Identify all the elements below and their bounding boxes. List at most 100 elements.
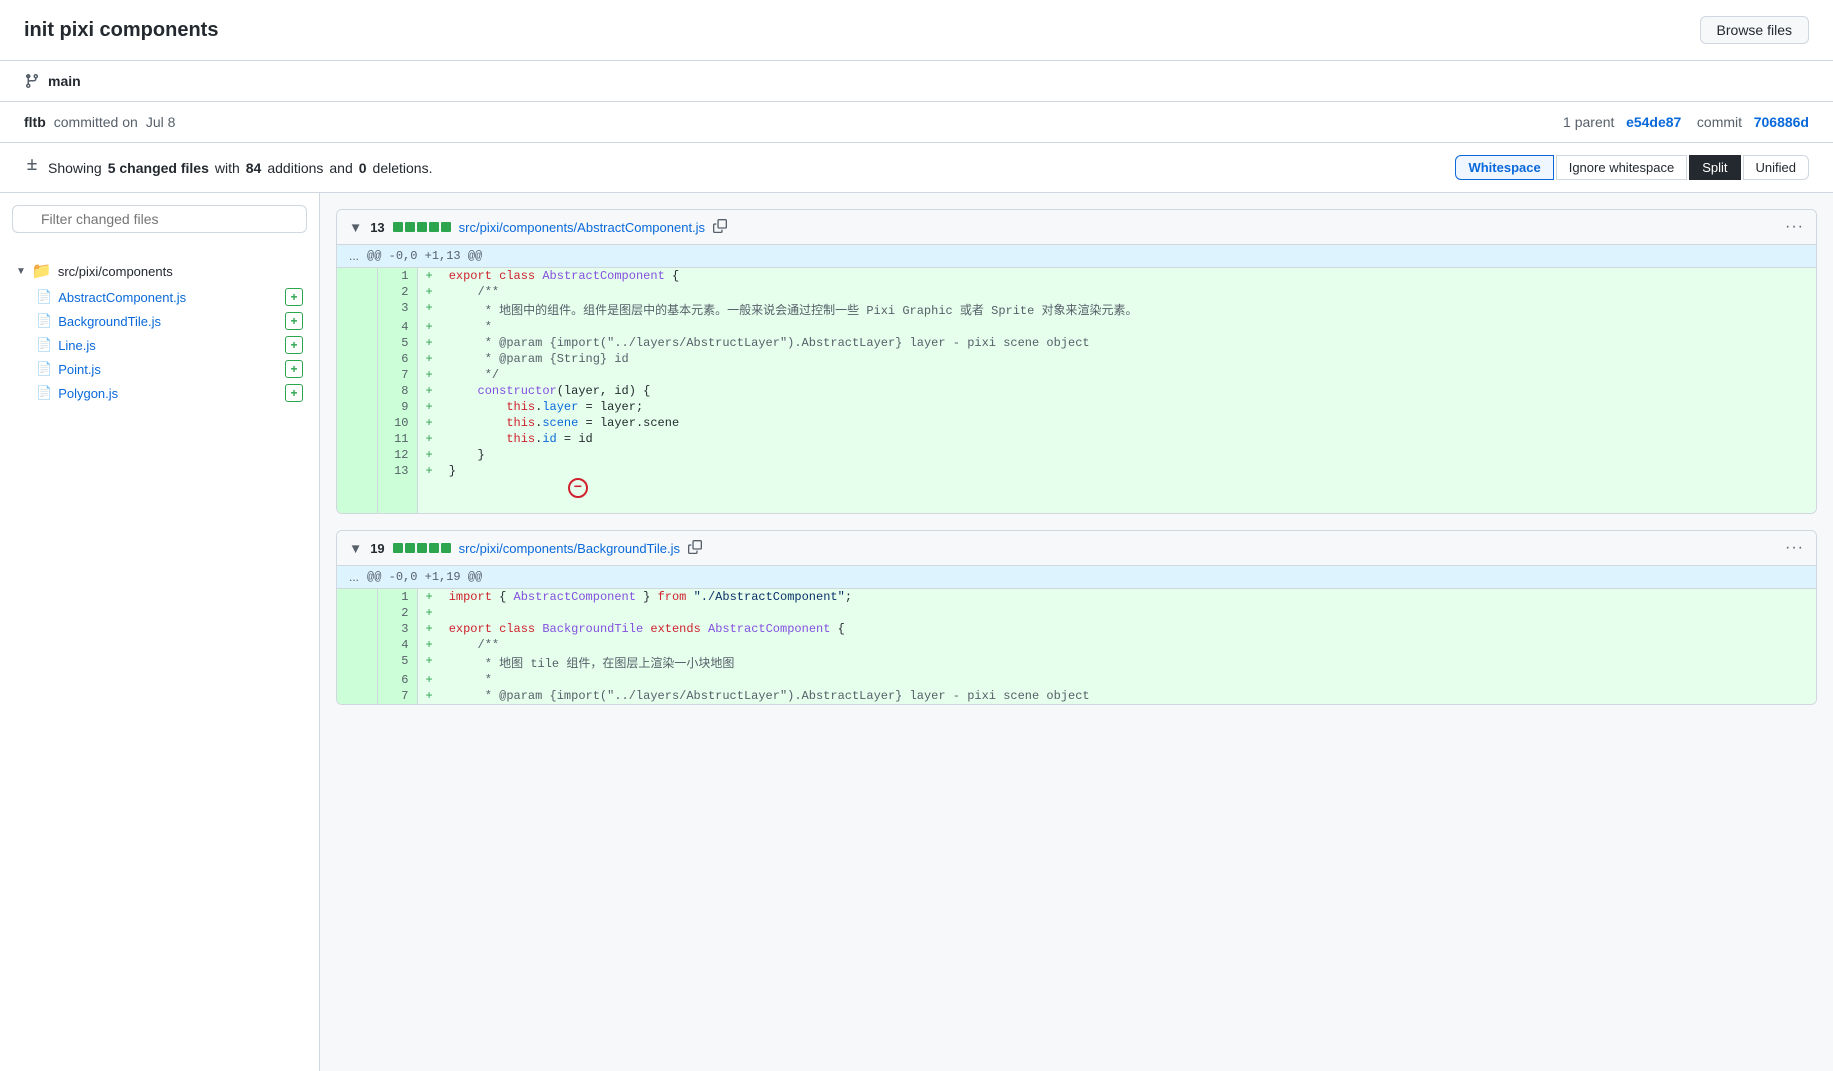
collapse-button[interactable]: ▼ bbox=[349, 220, 362, 235]
line-content: /** bbox=[441, 284, 1816, 300]
table-row: 13 + } − bbox=[337, 463, 1816, 513]
line-content: this.layer = layer; bbox=[441, 399, 1816, 415]
addition-block bbox=[441, 543, 451, 553]
with-label: with bbox=[215, 160, 240, 176]
right-line-num: 10 bbox=[377, 415, 417, 431]
diff-additions-bar bbox=[393, 222, 451, 232]
commit-hash[interactable]: 706886d bbox=[1754, 114, 1809, 130]
collapse-button[interactable]: ▼ bbox=[349, 541, 362, 556]
line-marker: + bbox=[417, 431, 441, 447]
list-item[interactable]: 📄 Line.js + bbox=[32, 333, 307, 357]
line-content: /** bbox=[441, 637, 1816, 653]
more-options-icon[interactable]: ··· bbox=[1785, 539, 1804, 557]
ignore-whitespace-button[interactable]: Ignore whitespace bbox=[1556, 155, 1688, 180]
changed-count: 5 changed files bbox=[108, 160, 209, 176]
hunk-expand-button[interactable]: ... bbox=[349, 249, 359, 263]
line-marker: + bbox=[417, 589, 441, 605]
table-row: 2 + /** bbox=[337, 284, 1816, 300]
left-line-num bbox=[337, 653, 377, 672]
parent-hash[interactable]: e54de87 bbox=[1626, 114, 1681, 130]
hunk-expand-button[interactable]: ... bbox=[349, 570, 359, 584]
deletions-label: deletions. bbox=[373, 160, 433, 176]
add-badge: + bbox=[285, 360, 303, 378]
addition-block bbox=[429, 543, 439, 553]
left-line-num bbox=[337, 447, 377, 463]
left-line-num bbox=[337, 621, 377, 637]
list-item[interactable]: 📄 AbstractComponent.js + bbox=[32, 285, 307, 309]
line-marker: + bbox=[417, 335, 441, 351]
line-marker: + bbox=[417, 447, 441, 463]
right-line-num: 7 bbox=[377, 367, 417, 383]
file-icon: 📄 bbox=[36, 337, 52, 353]
browse-files-button[interactable]: Browse files bbox=[1700, 16, 1809, 44]
commit-label: commit bbox=[1697, 114, 1742, 130]
unified-button[interactable]: Unified bbox=[1743, 155, 1809, 180]
right-line-num: 1 bbox=[377, 589, 417, 605]
additions-count: 84 bbox=[246, 160, 262, 176]
folder-item[interactable]: ▼ 📁 src/pixi/components bbox=[12, 257, 307, 285]
diff-block-header: ▼ 13 src/pixi/components/AbstractCompone… bbox=[337, 210, 1816, 245]
diff-filename[interactable]: src/pixi/components/BackgroundTile.js bbox=[459, 541, 680, 556]
folder-icon: 📁 bbox=[32, 261, 52, 281]
table-row: 12 + } bbox=[337, 447, 1816, 463]
comment-bubble-icon[interactable]: − bbox=[568, 478, 588, 498]
line-marker: + bbox=[417, 637, 441, 653]
right-line-num: 2 bbox=[377, 284, 417, 300]
file-tree: ▼ 📁 src/pixi/components 📄 AbstractCompon… bbox=[12, 257, 307, 405]
line-marker: + bbox=[417, 621, 441, 637]
diff-block-abstract: ▼ 13 src/pixi/components/AbstractCompone… bbox=[336, 209, 1817, 514]
line-content: * @param {String} id bbox=[441, 351, 1816, 367]
left-line-num bbox=[337, 367, 377, 383]
table-row: 8 + constructor(layer, id) { bbox=[337, 383, 1816, 399]
more-options-icon[interactable]: ··· bbox=[1785, 218, 1804, 236]
copy-icon[interactable] bbox=[688, 540, 702, 557]
chevron-down-icon: ▼ bbox=[16, 266, 26, 277]
diff-filename[interactable]: src/pixi/components/AbstractComponent.js bbox=[459, 220, 705, 235]
line-content: import { AbstractComponent } from "./Abs… bbox=[441, 589, 1816, 605]
diff-block-header: ▼ 19 src/pixi/components/BackgroundTile.… bbox=[337, 531, 1816, 566]
right-line-num: 3 bbox=[377, 621, 417, 637]
commit-action: committed on bbox=[54, 114, 138, 130]
file-list: 📄 AbstractComponent.js + 📄 BackgroundTil… bbox=[32, 285, 307, 405]
line-content: * 地图 tile 组件，在图层上渲染一小块地图 bbox=[441, 653, 1816, 672]
file-name: Polygon.js bbox=[58, 386, 118, 401]
left-line-num bbox=[337, 300, 377, 319]
addition-block bbox=[417, 543, 427, 553]
list-item[interactable]: 📄 Polygon.js + bbox=[32, 381, 307, 405]
left-line-num bbox=[337, 637, 377, 653]
left-line-num bbox=[337, 431, 377, 447]
left-line-num bbox=[337, 335, 377, 351]
addition-block bbox=[393, 222, 403, 232]
list-item[interactable]: 📄 BackgroundTile.js + bbox=[32, 309, 307, 333]
diff-hunk-header: ... @@ -0,0 +1,13 @@ bbox=[337, 245, 1816, 268]
right-line-num: 8 bbox=[377, 383, 417, 399]
add-badge: + bbox=[285, 312, 303, 330]
search-input[interactable] bbox=[12, 205, 307, 233]
diff-table: 1 + import { AbstractComponent } from ".… bbox=[337, 589, 1816, 704]
line-content: * @param {import("../layers/AbstructLaye… bbox=[441, 335, 1816, 351]
table-row: 3 + * 地图中的组件。组件是图层中的基本元素。一般来说会通过控制一些 Pix… bbox=[337, 300, 1816, 319]
line-content: * bbox=[441, 672, 1816, 688]
commit-info-left: fltb committed on Jul 8 bbox=[24, 114, 175, 130]
line-marker: + bbox=[417, 300, 441, 319]
right-line-num: 6 bbox=[377, 672, 417, 688]
list-item[interactable]: 📄 Point.js + bbox=[32, 357, 307, 381]
line-content: } bbox=[441, 447, 1816, 463]
file-icon: 📄 bbox=[36, 361, 52, 377]
commit-meta-bar: main bbox=[0, 61, 1833, 102]
split-button[interactable]: Split bbox=[1689, 155, 1740, 180]
whitespace-button[interactable]: Whitespace bbox=[1455, 155, 1553, 180]
add-badge: + bbox=[285, 336, 303, 354]
diff-controls: Whitespace Ignore whitespace Split Unifi… bbox=[1455, 155, 1809, 180]
line-content: this.scene = layer.scene bbox=[441, 415, 1816, 431]
diff-toggle-icon[interactable] bbox=[24, 158, 40, 177]
copy-icon[interactable] bbox=[713, 219, 727, 236]
stats-bar: Showing 5 changed files with 84 addition… bbox=[0, 143, 1833, 193]
diff-count: 13 bbox=[370, 220, 384, 235]
right-line-num: 12 bbox=[377, 447, 417, 463]
folder-name: src/pixi/components bbox=[58, 264, 173, 279]
addition-block bbox=[393, 543, 403, 553]
table-row: 9 + this.layer = layer; bbox=[337, 399, 1816, 415]
stats-text: Showing 5 changed files with 84 addition… bbox=[48, 160, 432, 176]
left-line-num bbox=[337, 351, 377, 367]
